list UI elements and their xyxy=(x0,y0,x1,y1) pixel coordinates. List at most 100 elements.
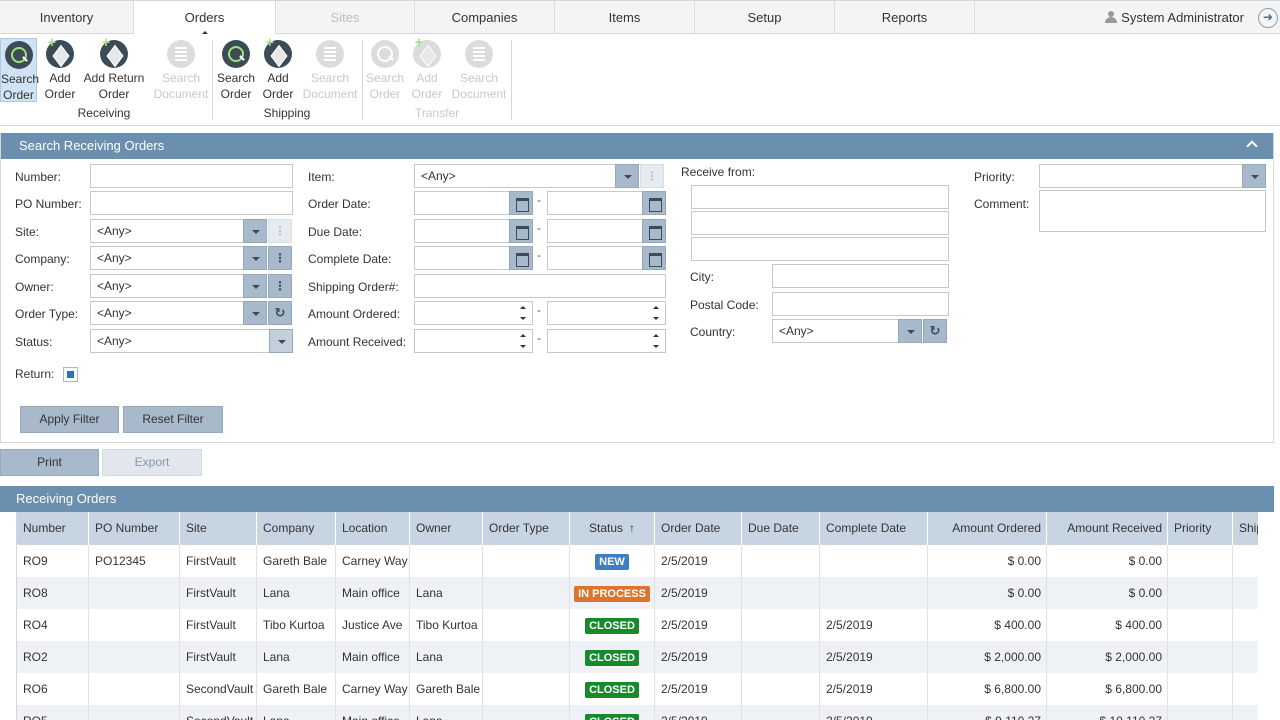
due-date-to[interactable] xyxy=(547,219,666,243)
status-select[interactable]: <Any> xyxy=(90,329,293,353)
receiving-search-order-button[interactable]: Search Order xyxy=(0,38,39,102)
shipping-add-order-button[interactable]: Add Order xyxy=(258,34,298,102)
cell-owner: Lana xyxy=(410,705,483,720)
calendar-icon[interactable] xyxy=(509,246,533,270)
company-select[interactable]: <Any> xyxy=(90,246,267,270)
country-select[interactable]: <Any> xyxy=(772,319,922,343)
column-header-label: Ship xyxy=(1239,521,1258,535)
column-header-priority[interactable]: Priority xyxy=(1168,512,1233,545)
calendar-icon[interactable] xyxy=(509,191,533,215)
column-header-number[interactable]: Number xyxy=(17,512,89,545)
spinner-icon[interactable] xyxy=(520,302,528,324)
receiving-add-order-button[interactable]: Add Order xyxy=(40,34,80,102)
refresh-icon[interactable]: ↻ xyxy=(268,301,292,325)
amount-received-from[interactable] xyxy=(414,329,533,353)
calendar-icon[interactable] xyxy=(642,219,666,243)
owner-select[interactable]: <Any> xyxy=(90,274,267,298)
chevron-down-icon[interactable] xyxy=(1242,164,1266,188)
cell-status: CLOSED xyxy=(570,609,655,641)
due-date-from[interactable] xyxy=(414,219,533,243)
tab-setup[interactable]: Setup xyxy=(695,1,835,34)
column-header-owner[interactable]: Owner xyxy=(410,512,483,545)
column-header-location[interactable]: Location xyxy=(336,512,410,545)
chevron-down-icon[interactable] xyxy=(898,319,922,343)
order-date-to[interactable] xyxy=(547,191,666,215)
table-row[interactable]: RO6 SecondVault Gareth Bale Carney Way Garet… xyxy=(17,673,1258,705)
chevron-down-icon[interactable] xyxy=(615,164,639,188)
document-icon xyxy=(167,40,195,68)
spinner-icon[interactable] xyxy=(520,330,528,352)
cell-type xyxy=(483,577,570,609)
tab-reports[interactable]: Reports xyxy=(835,1,975,34)
table-row[interactable]: RO4 FirstVault Tibo Kurtoa Justice Ave Tibo … xyxy=(17,609,1258,641)
refresh-icon[interactable]: ↻ xyxy=(923,319,947,343)
item-select[interactable]: <Any> xyxy=(414,164,639,188)
column-header-complete-date[interactable]: Complete Date xyxy=(820,512,928,545)
shipping-search-order-button[interactable]: Search Order xyxy=(216,38,256,102)
owner-more-icon[interactable]: ⋮ xyxy=(268,274,292,298)
print-button[interactable]: Print xyxy=(0,449,99,476)
table-row[interactable]: RO8 FirstVault Lana Main office Lana IN PROCE… xyxy=(17,577,1258,609)
table-row[interactable]: RO5SecondVaultLanaMain officeLanaCLOSED2… xyxy=(17,705,1258,720)
chevron-down-icon[interactable] xyxy=(243,246,267,270)
site-select[interactable]: <Any> xyxy=(90,219,267,243)
calendar-icon[interactable] xyxy=(642,246,666,270)
amount-received-to[interactable] xyxy=(547,329,666,353)
calendar-icon[interactable] xyxy=(509,219,533,243)
complete-date-from[interactable] xyxy=(414,246,533,270)
chevron-down-icon[interactable] xyxy=(269,329,293,353)
column-header-amount-ordered[interactable]: Amount Ordered xyxy=(928,512,1047,545)
return-label: Return: xyxy=(15,367,55,381)
cell-order_date: 2/5/2019 xyxy=(655,609,742,641)
calendar-icon[interactable] xyxy=(642,191,666,215)
priority-select[interactable] xyxy=(1039,164,1266,188)
item-label: Item: xyxy=(308,170,335,184)
comment-input[interactable] xyxy=(1039,190,1266,232)
table-row[interactable]: RO2 FirstVault Lana Main office Lana CLOSED 2/… xyxy=(17,641,1258,673)
column-header-ship[interactable]: Ship xyxy=(1233,512,1258,545)
cell-received: $ 0.00 xyxy=(1047,545,1168,577)
chevron-down-icon[interactable] xyxy=(243,301,267,325)
cell-number: RO2 xyxy=(17,641,89,673)
return-checkbox[interactable] xyxy=(63,367,78,382)
company-more-icon[interactable]: ⋮ xyxy=(268,246,292,270)
reset-filter-button[interactable]: Reset Filter xyxy=(123,406,223,433)
chevron-down-icon[interactable] xyxy=(243,219,267,243)
column-header-amount-received[interactable]: Amount Received xyxy=(1047,512,1168,545)
shipping-order-input[interactable] xyxy=(414,274,666,298)
order-date-from[interactable] xyxy=(414,191,533,215)
receive-from-line1[interactable] xyxy=(691,185,949,209)
amount-ordered-from[interactable] xyxy=(414,301,533,325)
spinner-icon[interactable] xyxy=(653,330,661,352)
number-input[interactable] xyxy=(90,164,293,188)
apply-filter-button[interactable]: Apply Filter xyxy=(20,406,119,433)
user-menu[interactable]: System Administrator xyxy=(1105,1,1244,35)
po-number-input[interactable] xyxy=(90,191,293,215)
tab-items[interactable]: Items xyxy=(555,1,695,34)
amount-ordered-to[interactable] xyxy=(547,301,666,325)
tab-companies[interactable]: Companies xyxy=(415,1,555,34)
order-type-select[interactable]: <Any> xyxy=(90,301,267,325)
column-header-order-type[interactable]: Order Type xyxy=(483,512,570,545)
city-input[interactable] xyxy=(772,264,949,288)
postal-code-input[interactable] xyxy=(772,292,949,316)
table-row[interactable]: RO9 PO12345 FirstVault Gareth Bale Carney Wa… xyxy=(17,545,1258,577)
tab-inventory[interactable]: Inventory xyxy=(0,1,134,34)
column-header-company[interactable]: Company xyxy=(257,512,336,545)
receive-from-line2[interactable] xyxy=(691,211,949,235)
column-header-status[interactable]: Status ↑ xyxy=(570,512,655,545)
tab-orders[interactable]: Orders xyxy=(134,1,276,35)
column-header-order-date[interactable]: Order Date xyxy=(655,512,742,545)
receive-from-line3[interactable] xyxy=(691,237,949,261)
spinner-icon[interactable] xyxy=(653,302,661,324)
column-header-due-date[interactable]: Due Date xyxy=(742,512,820,545)
cell-type xyxy=(483,545,570,577)
complete-date-to[interactable] xyxy=(547,246,666,270)
logout-icon[interactable]: ➜ xyxy=(1258,8,1278,28)
add-return-order-button[interactable]: Add Return Order xyxy=(82,34,146,102)
column-header-site[interactable]: Site xyxy=(180,512,257,545)
column-header-po-number[interactable]: PO Number xyxy=(89,512,180,545)
shipping-order-label: Shipping Order#: xyxy=(308,280,399,294)
button-label: Add Order xyxy=(44,71,76,101)
chevron-down-icon[interactable] xyxy=(243,274,267,298)
